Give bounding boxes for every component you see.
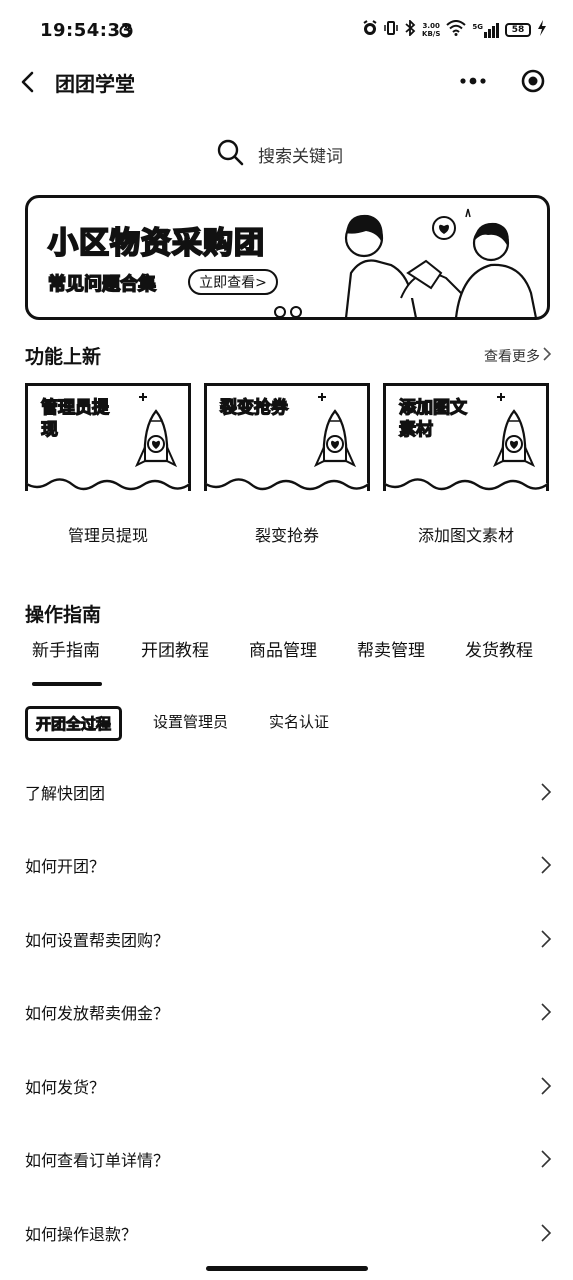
cloud-wave-decoration — [382, 477, 550, 502]
close-miniprogram-button[interactable] — [520, 68, 546, 94]
sub-tab-full-process[interactable]: 开团全过程 — [25, 706, 123, 741]
page-title: 团团学堂 — [55, 72, 135, 96]
rocket-icon — [119, 389, 181, 485]
faq-item[interactable]: 如何操作退款？ — [0, 1213, 573, 1253]
chevron-right-icon — [540, 1002, 552, 1026]
banner-view-button[interactable]: 立即查看> — [188, 269, 278, 295]
network-speed: 3.00 KB/S — [422, 22, 440, 38]
status-icons: 3.00 KB/S 5G 58 — [362, 18, 547, 40]
tab-product-management[interactable]: 商品管理 — [249, 636, 317, 661]
guide-sub-tabs: 开团全过程 设置管理员 实名认证 — [0, 706, 573, 741]
banner-pagination — [274, 306, 302, 317]
chevron-right-icon — [542, 346, 552, 366]
feature-card-label: 管理员提现 — [40, 397, 109, 440]
wifi-icon — [446, 20, 467, 40]
guide-section-title: 操作指南 — [25, 604, 102, 626]
see-more-link[interactable]: 查看更多 — [484, 346, 552, 366]
battery-level: 58 — [511, 25, 525, 35]
cloud-wave-decoration — [24, 477, 192, 502]
tab-resale-management[interactable]: 帮卖管理 — [357, 636, 425, 661]
chevron-right-icon — [540, 782, 552, 806]
feature-name[interactable]: 裂变抢券 — [204, 522, 370, 546]
faq-item[interactable]: 如何发货？ — [0, 1066, 573, 1106]
charging-icon — [537, 20, 547, 40]
active-tab-indicator — [32, 682, 102, 686]
feature-card-label: 添加图文素材 — [398, 397, 467, 440]
banner-subtitle: 常见问题合集 — [47, 273, 156, 295]
bluetooth-icon — [404, 18, 416, 40]
home-indicator[interactable] — [206, 1266, 368, 1271]
feature-name[interactable]: 添加图文素材 — [383, 522, 549, 546]
back-button[interactable] — [14, 68, 42, 96]
banner-dot[interactable] — [290, 306, 302, 317]
nav-bar: 团团学堂 — [0, 56, 573, 108]
rocket-icon — [298, 389, 360, 485]
faq-item[interactable]: 了解快团团 — [0, 772, 573, 812]
promo-banner[interactable]: 小区物资采购团 常见问题合集 立即查看> — [25, 195, 550, 320]
faq-question: 如何开团？ — [25, 857, 106, 876]
net-speed-value: 3.00 — [422, 22, 440, 30]
search-input[interactable]: 搜索关键词 — [258, 142, 343, 167]
cloud-wave-decoration — [203, 477, 371, 502]
faq-question: 如何发放帮卖佣金？ — [25, 1004, 170, 1023]
tab-beginner-guide[interactable]: 新手指南 — [32, 636, 100, 661]
feature-card-add-material[interactable]: 添加图文素材 — [382, 383, 550, 498]
faq-question: 如何操作退款？ — [25, 1225, 138, 1244]
features-section-title: 功能上新 — [25, 346, 102, 368]
feature-card-fission-coupon[interactable]: 裂变抢券 — [203, 383, 371, 498]
feature-name[interactable]: 管理员提现 — [25, 522, 191, 546]
see-more-label: 查看更多 — [484, 349, 540, 365]
faq-item[interactable]: 如何设置帮卖团购？ — [0, 919, 573, 959]
more-options-button[interactable] — [456, 70, 490, 92]
tab-shipping-tutorial[interactable]: 发货教程 — [465, 636, 533, 661]
faq-item[interactable]: 如何发放帮卖佣金？ — [0, 992, 573, 1032]
faq-question: 如何设置帮卖团购？ — [25, 931, 170, 950]
faq-question: 了解快团团 — [25, 784, 106, 803]
faq-question: 如何查看订单详情？ — [25, 1151, 170, 1170]
faq-item[interactable]: 如何开团？ — [0, 845, 573, 885]
faq-question: 如何发货？ — [25, 1078, 106, 1097]
net-speed-unit: KB/S — [422, 30, 441, 38]
chevron-right-icon — [540, 855, 552, 879]
sub-tab-set-admin[interactable]: 设置管理员 — [153, 711, 228, 732]
banner-title: 小区物资采购团 — [47, 225, 265, 262]
faq-item[interactable]: 如何查看订单详情？ — [0, 1139, 573, 1179]
sub-tab-real-name[interactable]: 实名认证 — [269, 711, 329, 732]
vibrate-icon — [384, 20, 398, 40]
feature-card-admin-withdraw[interactable]: 管理员提现 — [24, 383, 192, 498]
banner-dot[interactable] — [274, 306, 286, 317]
search-bar[interactable]: 搜索关键词 — [216, 138, 343, 170]
tab-group-tutorial[interactable]: 开团教程 — [141, 636, 209, 661]
signal-icon: 5G — [472, 22, 499, 38]
app-notification-icon — [118, 22, 134, 42]
battery-indicator: 58 — [505, 23, 531, 37]
network-type: 5G — [472, 22, 483, 31]
chevron-right-icon — [540, 1076, 552, 1100]
alarm-icon — [362, 20, 378, 40]
status-bar: 19:54:33 3.00 KB/S 5G 58 — [0, 0, 573, 64]
search-icon — [216, 138, 244, 170]
banner-illustration — [316, 203, 546, 317]
chevron-right-icon — [540, 929, 552, 953]
rocket-icon — [477, 389, 539, 485]
chevron-right-icon — [540, 1223, 552, 1247]
chevron-right-icon — [540, 1149, 552, 1173]
guide-tabs: 新手指南 开团教程 商品管理 帮卖管理 发货教程 — [0, 636, 573, 688]
